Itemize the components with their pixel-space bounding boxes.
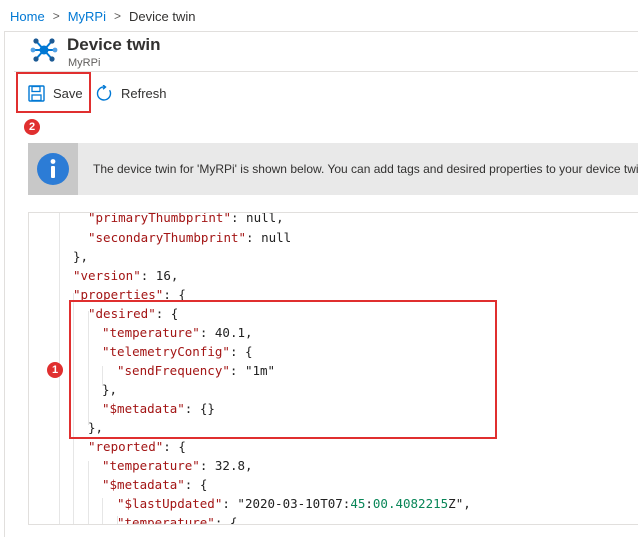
info-banner: The device twin for 'MyRPi' is shown bel… [28,143,638,195]
save-highlight-box [16,72,91,113]
json-line: "temperature": { [117,515,238,525]
json-line: "temperature": 32.8, [102,458,253,473]
breadcrumb-separator: > [52,9,60,23]
json-line: "version": 16, [73,268,179,283]
device-twin-icon [30,38,58,62]
refresh-button[interactable]: Refresh [96,83,167,103]
info-icon-container [28,143,78,195]
step-badge-2: 2 [24,119,40,135]
json-line: }, [73,249,89,264]
json-line: "$metadata": { [102,477,208,492]
divider [14,71,638,72]
json-line: "secondaryThumbprint": null [88,230,292,245]
desired-highlight-box [69,300,497,439]
info-text: The device twin for 'MyRPi' is shown bel… [93,162,638,176]
indent-guide [102,498,103,524]
step-badge-1: 1 [47,362,63,378]
breadcrumb-current: Device twin [129,8,196,24]
indent-guide [88,461,89,524]
breadcrumb-separator: > [113,9,121,23]
json-line: "$lastUpdated": "2020-03-10T07:45:00.408… [117,496,471,511]
info-icon [37,153,69,185]
refresh-icon [96,84,112,101]
json-line: "reported": { [88,439,186,454]
breadcrumb-home[interactable]: Home [10,9,45,24]
page-title: Device twin [67,35,161,54]
refresh-label: Refresh [121,85,167,101]
breadcrumb: Home > MyRPi > Device twin [10,7,195,25]
breadcrumb-myrpi[interactable]: MyRPi [68,9,106,24]
page-subtitle: MyRPi [68,57,101,69]
json-line: "primaryThumbprint": null, [88,212,284,225]
